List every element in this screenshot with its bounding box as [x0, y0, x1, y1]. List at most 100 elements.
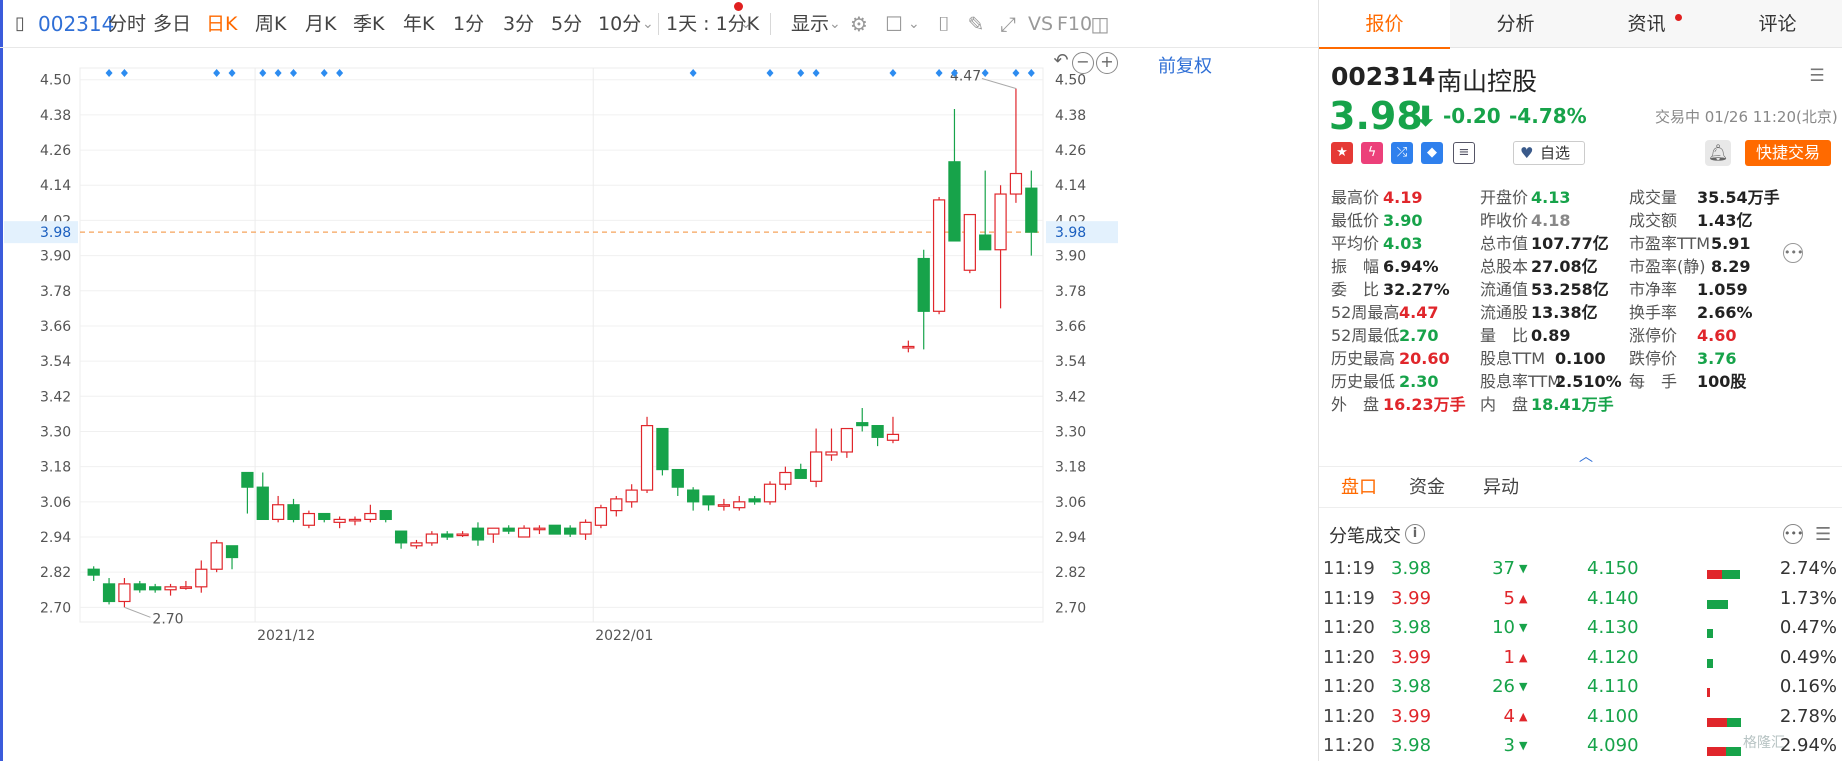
zoom-in-icon[interactable]: +	[1096, 52, 1118, 74]
date-label: 2021/12	[257, 628, 315, 644]
quote-label: 股息率TTM	[1480, 372, 1562, 391]
period-tab-yearly[interactable]: 年K	[403, 0, 434, 48]
tab-quote[interactable]: 报价	[1319, 0, 1450, 49]
price-tick-left: 4.50	[40, 73, 71, 89]
tab-anomaly[interactable]: 异动	[1483, 467, 1519, 509]
order-ratio-bar	[1707, 594, 1728, 609]
quote-value: 32.27%	[1383, 280, 1450, 299]
tab-news[interactable]: 资讯	[1581, 0, 1712, 48]
candle-body	[87, 568, 100, 576]
tick-trades-list[interactable]: 11:19 3.98 37 ▼ 4.150 2.74% 11:19 3.99 5 ▲ 4.140 1.…	[1319, 556, 1842, 761]
quote-row: 52周最高 4.47 流通股 13.38亿 换手率 2.66%	[1331, 301, 1837, 324]
display-select[interactable]: 显示	[791, 0, 829, 48]
quote-row: 外 盘 16.23万手内 盘 18.41万手	[1331, 393, 1837, 416]
period-tab-weekly[interactable]: 周K	[255, 0, 286, 48]
zoom-out-icon[interactable]: −	[1072, 52, 1094, 74]
up-triangle-icon: ▲	[1519, 709, 1528, 723]
quote-value: 3.90	[1383, 211, 1423, 230]
trade-price: 3.98	[1391, 735, 1432, 756]
market-cap-more-icon[interactable]: •••	[1783, 243, 1803, 263]
notebook-icon[interactable]: ≡	[1453, 142, 1475, 164]
candle-body	[210, 542, 223, 570]
fullscreen-icon[interactable]: ⤢	[996, 12, 1020, 36]
camera-icon[interactable]: ⌷	[932, 12, 956, 36]
period-tab-quarterly[interactable]: 季K	[353, 0, 384, 48]
overlay-chevron-icon[interactable]: ⌄	[908, 0, 920, 48]
quote-label: 历史最低	[1331, 372, 1396, 391]
period-tab-intraday[interactable]: 分时	[108, 0, 146, 48]
flash-icon[interactable]: ϟ	[1361, 142, 1383, 164]
pencil-icon[interactable]: ✎	[964, 12, 988, 36]
overlay-box-icon[interactable]: ☐	[882, 12, 906, 36]
shuffle-icon[interactable]: ⤮	[1391, 142, 1413, 164]
tab-order-book[interactable]: 盘口	[1341, 467, 1377, 509]
price-adjust-label[interactable]: 前复权	[1158, 52, 1212, 78]
price-change: -0.20	[1443, 104, 1501, 128]
candle-body	[640, 425, 654, 491]
compare-vs-button[interactable]: VS	[1028, 0, 1053, 48]
china-flag-icon: ★	[1331, 142, 1353, 164]
tab-analysis[interactable]: 分析	[1450, 0, 1581, 48]
collapse-chevron-icon[interactable]: ︿	[1579, 446, 1593, 466]
f10-button[interactable]: F10	[1057, 0, 1092, 48]
order-ratio-percent: 0.47%	[1779, 617, 1837, 638]
candle-body	[225, 545, 239, 559]
candle-body	[364, 512, 377, 521]
sidebar-toggle-icon[interactable]: ▯	[8, 12, 32, 36]
display-chevron-icon[interactable]: ⌄	[829, 0, 841, 48]
period-tab-3min[interactable]: 3分	[503, 0, 534, 48]
stock-name: 南山控股	[1437, 67, 1538, 96]
add-watchlist-button[interactable]: ♥ 自选	[1513, 141, 1585, 165]
low-marker-label: 2.70	[152, 611, 183, 627]
kline-chart[interactable]: 4.504.504.384.384.264.264.144.144.024.02…	[0, 48, 1118, 761]
order-ratio-percent: 2.74%	[1779, 558, 1837, 579]
settings-gear-icon[interactable]: ⚙	[847, 12, 871, 36]
quote-label: 最高价	[1331, 188, 1380, 207]
order-ratio-percent: 0.16%	[1779, 676, 1837, 697]
candle-body	[471, 527, 485, 541]
quote-value: 4.18	[1531, 211, 1571, 230]
period-tab-1min[interactable]: 1分	[453, 0, 484, 48]
undo-icon[interactable]: ↶	[1050, 52, 1072, 74]
tick-trades-title: 分笔成交	[1329, 526, 1401, 547]
quote-row: 平均价 4.03 总市值 107.77亿 市盈率TTM 5.91	[1331, 232, 1837, 255]
quote-label: 内 盘	[1480, 395, 1529, 414]
quote-label: 量 比	[1480, 326, 1529, 345]
price-tick-right: 3.66	[1055, 319, 1086, 335]
period-tab-monthly[interactable]: 月K	[305, 0, 336, 48]
candle-body	[441, 533, 454, 538]
candle-body	[179, 586, 193, 589]
period-tab-daily[interactable]: 日K	[206, 0, 237, 48]
tab-fund-flow[interactable]: 资金	[1409, 467, 1445, 509]
trade-price: 3.98	[1391, 676, 1432, 697]
price-tick-left: 3.90	[40, 249, 71, 265]
list-view-icon[interactable]: ☰	[1815, 524, 1831, 545]
current-price-left: 3.98	[40, 225, 71, 241]
quick-trade-button[interactable]: 快捷交易	[1745, 140, 1831, 166]
alert-bell-icon[interactable]: 🔔︎	[1705, 140, 1731, 166]
trades-more-icon[interactable]: •••	[1783, 524, 1803, 544]
trade-row: 11:19 3.98 37 ▼ 4.150 2.74%	[1319, 556, 1842, 584]
quote-label: 委 比	[1331, 280, 1380, 299]
candle-body	[702, 495, 715, 506]
period-more-chevron-icon[interactable]: ⌄	[642, 0, 654, 48]
panel-toggle-icon[interactable]: ◫	[1088, 12, 1112, 36]
info-icon[interactable]: i	[1405, 524, 1425, 544]
toolbar-stock-code[interactable]: 002314	[38, 0, 114, 48]
period-tab-multiday[interactable]: 多日	[153, 0, 191, 48]
quote-value: 0.100	[1555, 349, 1606, 368]
trade-volume: 37	[1492, 558, 1515, 579]
period-tab-5min[interactable]: 5分	[551, 0, 582, 48]
candle-body	[687, 489, 700, 503]
order-ratio-bar	[1707, 653, 1713, 668]
tag-icon[interactable]: ◆	[1421, 142, 1443, 164]
candle-body	[533, 527, 546, 531]
period-tab-10min[interactable]: 10分	[598, 0, 641, 48]
menu-list-icon[interactable]: ☰	[1807, 66, 1827, 86]
quote-value: 4.19	[1383, 188, 1423, 207]
order-price-level: 4.090	[1587, 735, 1639, 756]
trade-volume: 26	[1492, 676, 1515, 697]
candle-body	[318, 512, 331, 521]
tab-comments[interactable]: 评论	[1712, 0, 1842, 48]
price-tick-right: 3.42	[1055, 389, 1086, 405]
